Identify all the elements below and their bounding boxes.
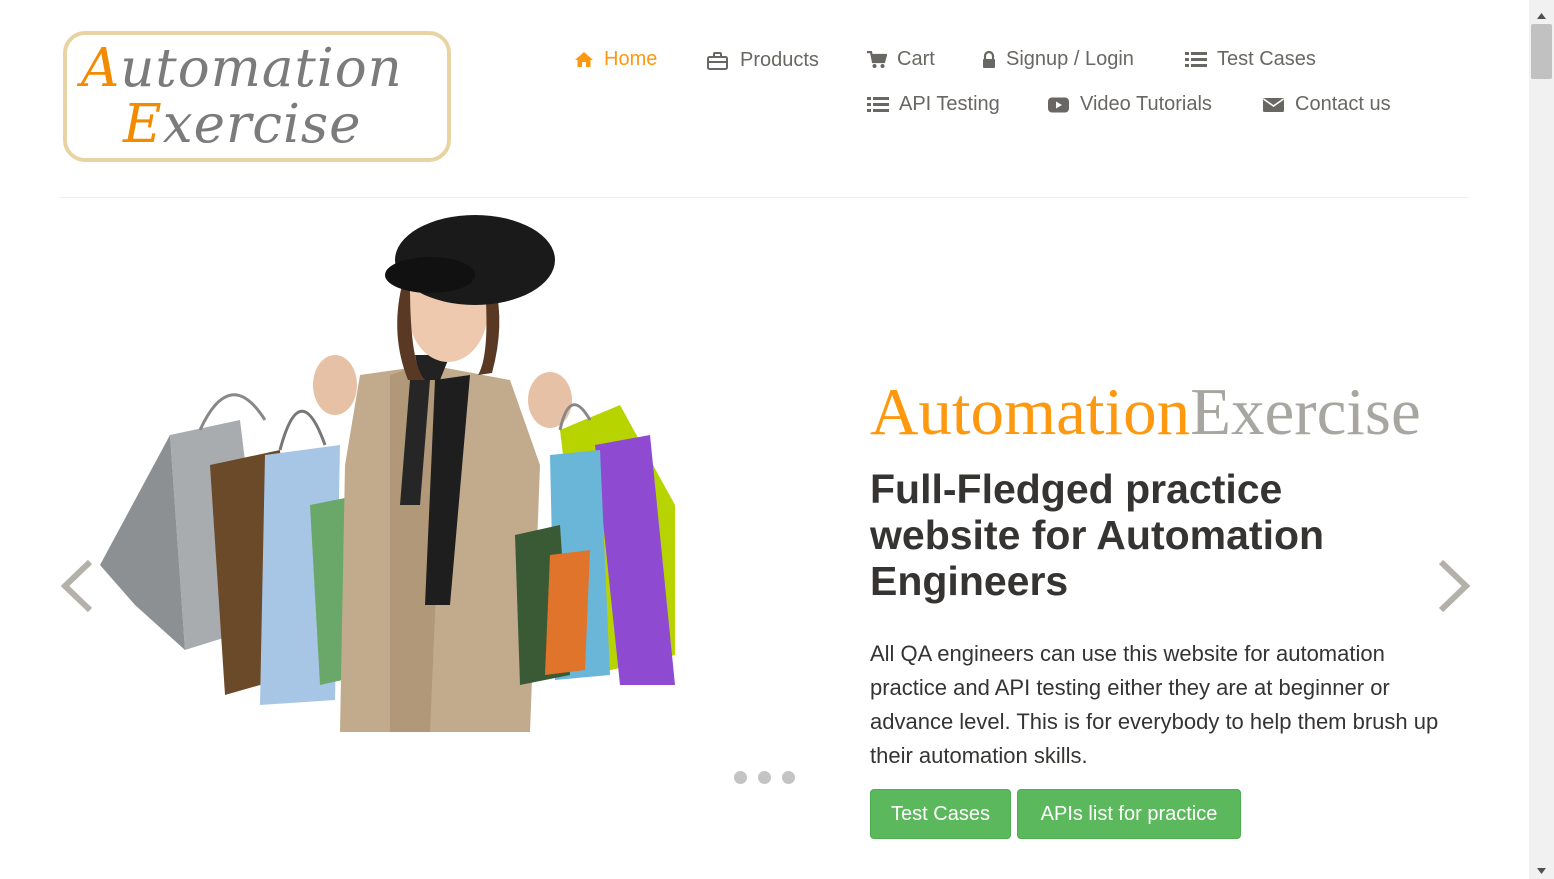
nav-api-testing[interactable]: API Testing bbox=[867, 93, 1000, 116]
nav-home[interactable]: Home bbox=[574, 48, 657, 71]
scroll-down-arrow-icon[interactable] bbox=[1537, 861, 1546, 879]
nav-cart[interactable]: Cart bbox=[867, 48, 935, 71]
logo-text: Automation Exercise bbox=[81, 41, 403, 153]
logo-letter-e: E bbox=[123, 94, 163, 155]
youtube-play-icon bbox=[1048, 97, 1069, 113]
nav-api-testing-label: API Testing bbox=[899, 93, 1000, 115]
logo-word-exercise: xercise bbox=[162, 94, 362, 155]
carousel-dot-2[interactable] bbox=[758, 771, 771, 784]
carousel-dot-1[interactable] bbox=[734, 771, 747, 784]
nav-signup-login[interactable]: Signup / Login bbox=[982, 48, 1134, 71]
shopping-girl-image bbox=[100, 215, 675, 732]
logo-letter-a: A bbox=[81, 38, 121, 99]
nav-video-tutorials-label: Video Tutorials bbox=[1080, 93, 1212, 115]
list-icon bbox=[1185, 51, 1207, 68]
brand-title: AutomationExercise bbox=[870, 374, 1421, 450]
header-divider bbox=[60, 197, 1468, 198]
home-icon bbox=[574, 51, 594, 68]
nav-cart-label: Cart bbox=[897, 48, 935, 70]
scrollbar-thumb[interactable] bbox=[1531, 24, 1552, 79]
nav-products[interactable]: Products bbox=[707, 49, 819, 72]
carousel-next-chevron-icon[interactable] bbox=[1437, 559, 1471, 617]
nav-video-tutorials[interactable]: Video Tutorials bbox=[1048, 93, 1212, 116]
carousel-prev-chevron-icon[interactable] bbox=[60, 559, 94, 617]
hero-description: All QA engineers can use this website fo… bbox=[870, 641, 1439, 768]
apis-list-button[interactable]: APIs list for practice bbox=[1017, 789, 1241, 839]
site-logo[interactable]: Automation Exercise bbox=[63, 31, 451, 162]
list-icon bbox=[867, 96, 889, 113]
logo-word-automation: utomation bbox=[120, 38, 403, 99]
nav-test-cases[interactable]: Test Cases bbox=[1185, 48, 1316, 71]
envelope-icon bbox=[1263, 97, 1284, 113]
carousel-dot-3[interactable] bbox=[782, 771, 795, 784]
briefcase-icon bbox=[707, 51, 728, 70]
test-cases-button[interactable]: Test Cases bbox=[870, 789, 1011, 839]
shopping-cart-icon bbox=[867, 50, 887, 69]
scroll-up-arrow-icon[interactable] bbox=[1537, 6, 1546, 24]
nav-contact-us-label: Contact us bbox=[1295, 93, 1391, 115]
nav-test-cases-label: Test Cases bbox=[1217, 48, 1316, 70]
nav-signup-login-label: Signup / Login bbox=[1006, 48, 1134, 70]
nav-products-label: Products bbox=[740, 49, 819, 71]
brand-title-exercise: Exercise bbox=[1190, 375, 1421, 449]
hero-headline: Full-Fledged practice website for Automa… bbox=[870, 466, 1325, 604]
carousel-indicators bbox=[734, 771, 795, 784]
vertical-scrollbar[interactable] bbox=[1529, 0, 1554, 879]
brand-title-automation: Automation bbox=[870, 375, 1191, 449]
nav-contact-us[interactable]: Contact us bbox=[1263, 93, 1391, 116]
nav-home-label: Home bbox=[604, 48, 658, 70]
lock-icon bbox=[982, 50, 996, 69]
